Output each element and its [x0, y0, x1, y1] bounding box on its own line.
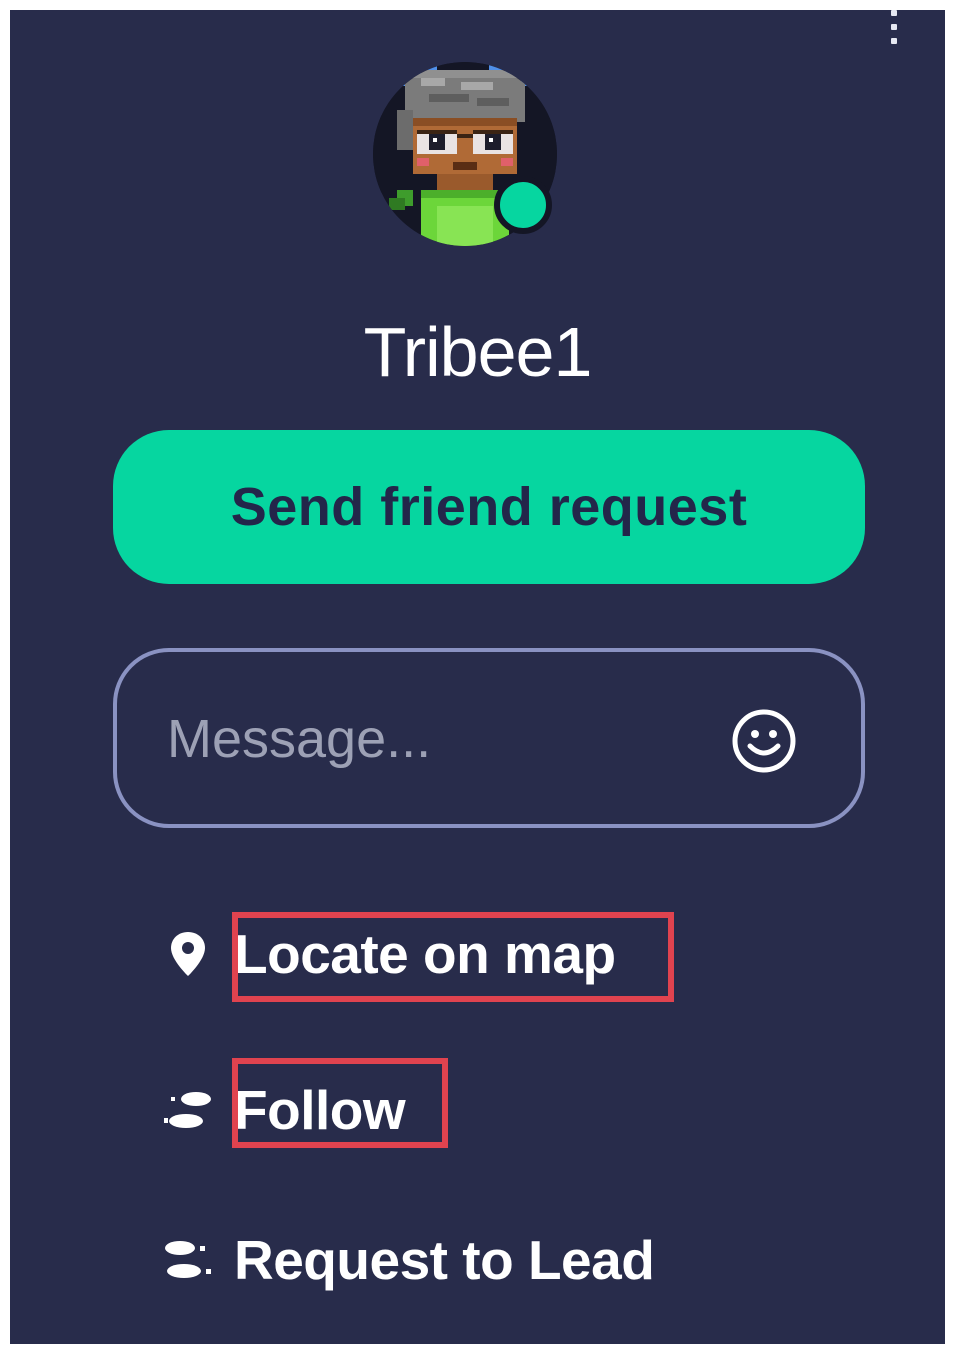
request-to-lead-button[interactable]: Request to Lead [160, 1228, 655, 1292]
smiley-icon[interactable] [731, 708, 797, 774]
request-to-lead-label: Request to Lead [234, 1229, 655, 1291]
map-pin-icon [160, 926, 216, 982]
footsteps-icon [160, 1082, 216, 1138]
send-friend-request-button[interactable]: Send friend request [113, 430, 865, 584]
online-status-indicator [494, 176, 552, 234]
message-field [113, 648, 865, 828]
message-input[interactable] [165, 692, 689, 786]
user-profile-card: Tribee1 Send friend request Locate on ma… [10, 10, 945, 1344]
locate-on-map-button[interactable]: Locate on map [160, 922, 616, 986]
username: Tribee1 [363, 313, 593, 391]
follow-label: Follow [234, 1079, 406, 1141]
lead-icon [160, 1232, 216, 1288]
more-options-icon[interactable] [883, 10, 905, 44]
follow-button[interactable]: Follow [160, 1078, 406, 1142]
locate-on-map-label: Locate on map [234, 923, 616, 985]
